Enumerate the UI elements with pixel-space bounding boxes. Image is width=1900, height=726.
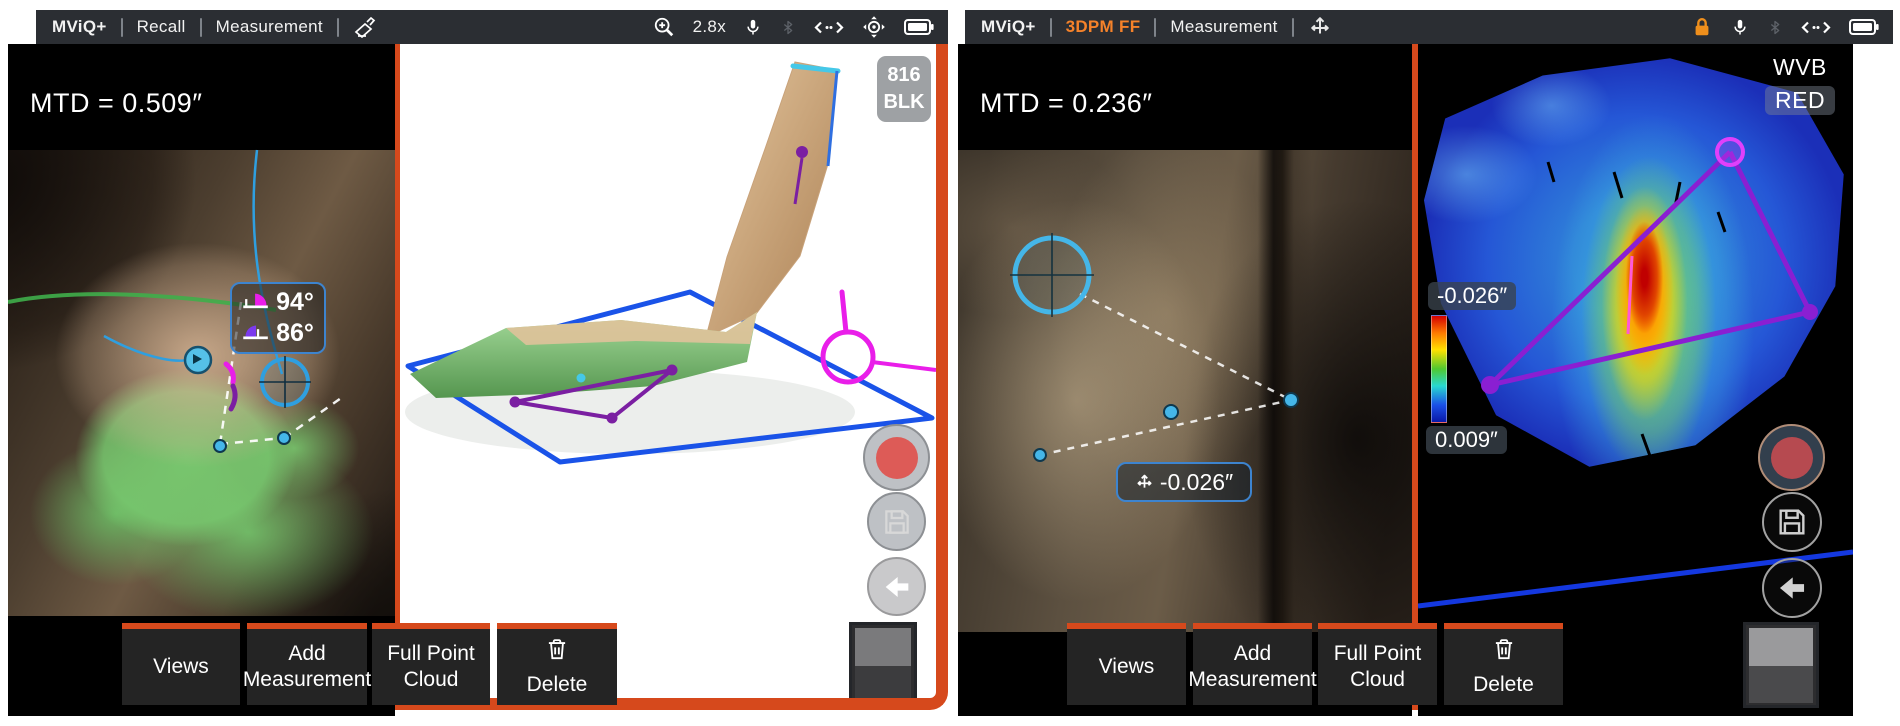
measure-point[interactable] — [1164, 405, 1178, 419]
separator — [200, 18, 202, 37]
delete-label: Delete — [527, 672, 588, 698]
menu-item-measurement[interactable]: Measurement — [216, 17, 323, 37]
back-button[interactable] — [1762, 558, 1822, 618]
full-point-cloud-button[interactable]: Full Point Cloud — [372, 623, 490, 705]
stereo-mode-value: BLK — [883, 89, 924, 116]
delete-button[interactable]: Delete — [497, 623, 617, 705]
menu-item-recall[interactable]: Recall — [137, 17, 186, 37]
depth-measurement-chip[interactable]: -0.026″ — [1116, 462, 1252, 502]
brand-label: MViQ+ — [981, 17, 1036, 37]
separator — [1154, 18, 1156, 37]
bluetooth-icon — [1767, 17, 1783, 38]
save-icon — [1775, 505, 1809, 539]
separator — [1292, 18, 1294, 37]
angle-measurement-box[interactable]: 94° 86° — [230, 282, 326, 354]
battery-icon — [1849, 18, 1879, 36]
back-icon — [881, 571, 913, 603]
steering-icon[interactable] — [862, 15, 886, 39]
stereo-index-value: 816 — [887, 62, 920, 89]
add-measurement-label: Add Measurement — [1188, 641, 1316, 694]
link-icon — [1801, 20, 1831, 35]
left-pointcloud-pane[interactable]: 816 BLK — [395, 44, 948, 710]
depth-scale-max: -0.026″ — [1428, 282, 1516, 310]
view-label-red: RED — [1765, 86, 1835, 115]
delete-label: Delete — [1473, 672, 1534, 698]
crosshair-cursor[interactable] — [1010, 233, 1094, 317]
plane-move-icon — [1135, 473, 1154, 492]
measure-point[interactable] — [1034, 449, 1046, 461]
plane-move-icon[interactable] — [1308, 15, 1332, 39]
depth-colorbar — [1431, 315, 1447, 423]
battery-icon — [904, 18, 934, 36]
image-thumbnail[interactable] — [849, 622, 917, 708]
left-screen: MViQ+ Recall Measurement 2.8x — [0, 0, 948, 726]
save-button[interactable] — [1762, 492, 1822, 552]
views-label: Views — [1099, 654, 1155, 680]
menu-item-measurement[interactable]: Measurement — [1170, 17, 1277, 37]
save-icon — [881, 506, 913, 538]
lock-icon — [1691, 15, 1713, 39]
views-button[interactable]: Views — [122, 623, 240, 705]
separator — [121, 18, 123, 37]
full-point-cloud-button[interactable]: Full Point Cloud — [1318, 623, 1437, 705]
angle-sector-magenta-icon — [242, 288, 270, 317]
image-thumbnail[interactable] — [1743, 622, 1819, 708]
crosshair-cursor[interactable] — [259, 356, 311, 408]
record-icon — [1771, 437, 1813, 479]
separator — [1050, 18, 1052, 37]
microphone-icon[interactable] — [1731, 16, 1749, 38]
separator — [337, 18, 339, 37]
depth-measure-triangle[interactable] — [1481, 139, 1818, 394]
brand-label: MViQ+ — [52, 17, 107, 37]
link-icon — [814, 20, 844, 35]
measurement-overlay — [8, 44, 395, 716]
back-icon — [1775, 571, 1809, 605]
zoom-in-icon[interactable] — [653, 16, 675, 38]
right-topbar: MViQ+ 3DPM FF Measurement — [965, 10, 1893, 44]
angle-value: 86° — [276, 319, 314, 348]
add-measurement-button[interactable]: Add Measurement — [1193, 623, 1312, 705]
view-label-wvb: WVB — [1773, 54, 1827, 81]
dual-screen-capture: MViQ+ Recall Measurement 2.8x — [0, 0, 1900, 726]
bluetooth-icon — [780, 17, 796, 38]
microphone-icon[interactable] — [744, 16, 762, 38]
add-measurement-label: Add Measurement — [243, 641, 371, 694]
thumbnail-bottom — [855, 666, 911, 703]
depth-value: -0.026″ — [1160, 469, 1233, 496]
full-point-cloud-label: Full Point Cloud — [1324, 641, 1431, 694]
thumbnail-top — [1749, 628, 1813, 666]
measure-point[interactable] — [1284, 393, 1298, 407]
record-button[interactable] — [1758, 424, 1825, 491]
angle-sector-purple-icon — [242, 319, 270, 348]
full-point-cloud-label: Full Point Cloud — [378, 641, 484, 694]
add-measurement-button[interactable]: Add Measurement — [247, 623, 367, 705]
trash-icon — [1491, 636, 1517, 669]
annotate-icon[interactable] — [353, 16, 377, 38]
cursor-point[interactable] — [185, 347, 211, 373]
record-button[interactable] — [863, 424, 930, 491]
back-button[interactable] — [867, 557, 926, 616]
depth-scale-min: 0.009″ — [1426, 426, 1507, 454]
measure-point[interactable] — [214, 440, 226, 452]
left-topbar: MViQ+ Recall Measurement 2.8x — [36, 10, 948, 44]
views-label: Views — [153, 654, 209, 680]
trash-icon — [544, 636, 570, 669]
right-depthmap-pane[interactable]: WVB RED -0.026″ 0.009″ — [1418, 44, 1853, 716]
right-screen: MViQ+ 3DPM FF Measurement — [955, 0, 1900, 726]
zoom-level-label[interactable]: 2.8x — [693, 17, 726, 37]
views-button[interactable]: Views — [1067, 623, 1186, 705]
delete-button[interactable]: Delete — [1444, 623, 1563, 705]
left-camera-pane: MTD = 0.509″ — [8, 44, 395, 716]
save-button[interactable] — [867, 492, 926, 551]
record-icon — [876, 437, 918, 479]
menu-item-3dpm[interactable]: 3DPM FF — [1066, 17, 1141, 37]
right-camera-pane: MTD = 0.236″ — [958, 44, 1412, 716]
thumbnail-bottom — [1749, 666, 1813, 703]
measurement-overlay — [958, 44, 1412, 716]
thumbnail-top — [855, 628, 911, 666]
measure-point[interactable] — [278, 432, 290, 444]
stereo-index-chip[interactable]: 816 BLK — [877, 56, 931, 122]
angle-value: 94° — [276, 288, 314, 317]
pointcloud-scene — [400, 44, 936, 698]
